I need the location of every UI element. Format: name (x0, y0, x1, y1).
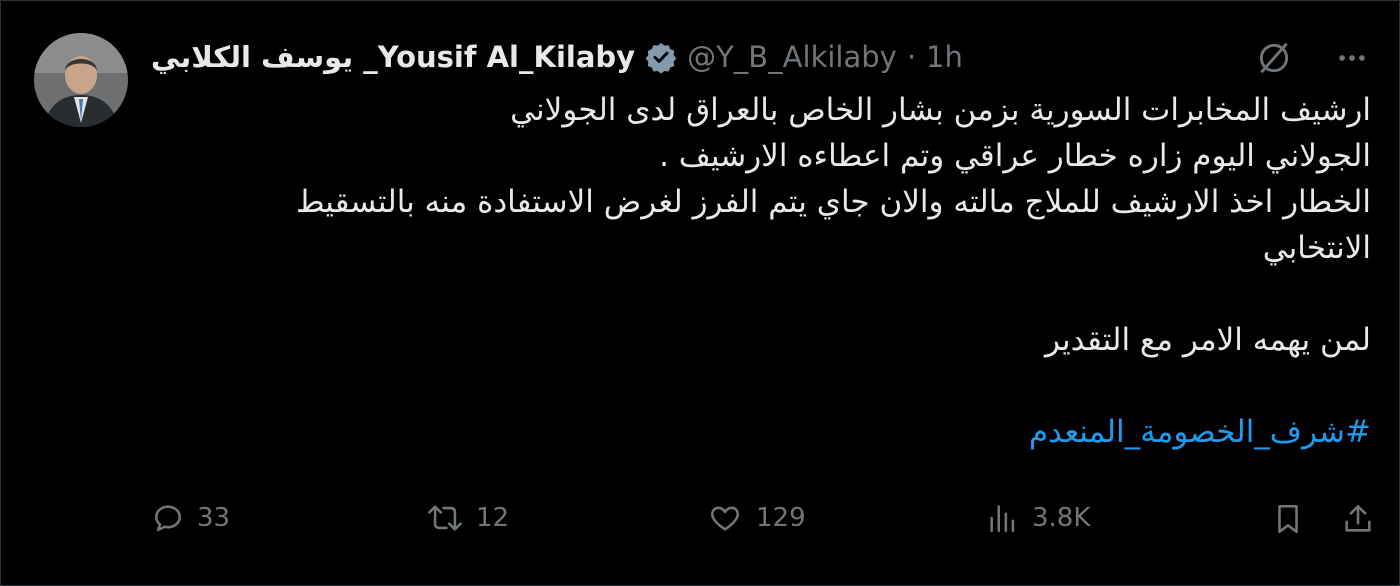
timestamp[interactable]: 1h (926, 40, 963, 74)
grok-icon[interactable] (1255, 39, 1293, 81)
display-name[interactable]: يوسف الكلابي _Yousif Al_Kilaby (151, 40, 635, 74)
views-count: 3.8K (1032, 503, 1091, 533)
tweet-line-4: الانتخابي (1262, 230, 1371, 266)
repost-icon (426, 501, 464, 535)
tweet-closing-line: لمن يهمه الامر مع التقدير (1044, 322, 1371, 358)
hashtag-link[interactable]: #شرف_الخصومة_المنعدم (171, 409, 1371, 455)
tweet-card: يوسف الكلابي _Yousif Al_Kilaby @Y_B_Alki… (0, 0, 1400, 586)
like-icon (706, 501, 744, 535)
repost-count: 12 (476, 503, 510, 533)
separator-dot: · (906, 40, 917, 74)
tweet-text: ارشيف المخابرات السورية بزمن بشار الخاص … (171, 87, 1371, 455)
views-button[interactable]: 3.8K (986, 501, 1090, 535)
tweet-line-2: الجولاني اليوم زاره خطار عراقي وتم اعطاء… (659, 138, 1371, 174)
share-icon (1341, 501, 1375, 537)
tweet-header: يوسف الكلابي _Yousif Al_Kilaby @Y_B_Alki… (151, 37, 963, 77)
reply-icon (151, 501, 185, 535)
tweet-line-1: ارشيف المخابرات السورية بزمن بشار الخاص … (510, 92, 1371, 128)
verified-badge-icon (645, 41, 677, 73)
like-button[interactable]: 129 (706, 501, 806, 535)
repost-button[interactable]: 12 (426, 501, 509, 535)
tweet-line-3: الخطار اخذ الارشيف للملاج مالته والان جا… (295, 184, 1371, 220)
avatar[interactable] (34, 33, 128, 127)
reply-count: 33 (197, 503, 231, 533)
tweet-actions: 33 12 129 3.8K (151, 501, 1381, 545)
more-icon[interactable] (1335, 41, 1369, 79)
bookmark-icon (1271, 501, 1305, 537)
share-button[interactable] (1341, 501, 1375, 537)
reply-button[interactable]: 33 (151, 501, 230, 535)
header-icons (1255, 39, 1369, 81)
handle[interactable]: @Y_B_Alkilaby (687, 40, 897, 74)
bookmark-button[interactable] (1271, 501, 1305, 537)
like-count: 129 (756, 503, 806, 533)
views-icon (986, 501, 1020, 535)
